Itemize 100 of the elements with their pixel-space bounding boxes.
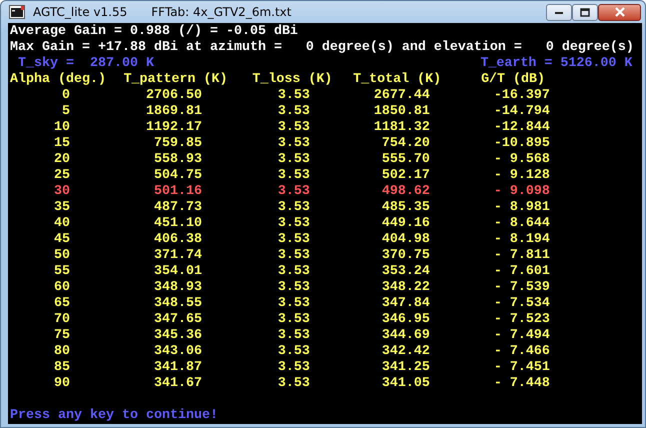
table-cell-text: 65	[52, 296, 70, 312]
table-cell-text: 346.95	[380, 312, 430, 328]
table-cell-text: 371.74	[152, 248, 202, 264]
table-cell-text: - 7.811	[492, 248, 550, 264]
column-header: Alpha (deg.)	[10, 72, 107, 88]
table-cell-text: 2706.50	[144, 88, 202, 104]
table-cell-text: 341.87	[152, 360, 202, 376]
table-cell-text: - 8.981	[492, 200, 550, 216]
table-cell-text: - 7.451	[492, 360, 550, 376]
table-cell-text: 85	[52, 360, 70, 376]
table-cell-text: 2677.44	[372, 88, 430, 104]
table-cell-text: 3.53	[276, 120, 310, 136]
maximize-button[interactable]	[572, 4, 598, 20]
table-cell-text: 558.93	[152, 152, 202, 168]
earth-temperature: T_earth = 5126.00 K	[480, 56, 632, 72]
table-cell-text: 5	[60, 104, 70, 120]
table-cell-text: 354.01	[152, 264, 202, 280]
table-cell-text: 341.67	[152, 376, 202, 392]
table-cell-text: 754.20	[380, 136, 430, 152]
table-cell-text: 348.93	[152, 280, 202, 296]
table-cell-text: 1192.17	[144, 120, 202, 136]
table-cell-text: 345.36	[152, 328, 202, 344]
table-cell-text: -12.844	[492, 120, 550, 136]
column-header: T_loss (K)	[252, 72, 334, 88]
table-cell-text: 347.65	[152, 312, 202, 328]
table-cell-text: - 9.098	[492, 184, 550, 200]
table-cell-text: -16.397	[492, 88, 550, 104]
info-line: Max Gain = +17.88 dBi at azimuth = 0 degree(s) and elevation = 0 degree(s)	[10, 40, 634, 56]
minimize-icon	[554, 9, 564, 15]
table-cell-text: 0	[60, 88, 70, 104]
table-cell-text: 347.84	[380, 296, 430, 312]
table-cell-text: 341.25	[380, 360, 430, 376]
table-cell-text: 3.53	[276, 312, 310, 328]
table-cell-text: 348.22	[380, 280, 430, 296]
table-cell-text: 45	[52, 232, 70, 248]
table-cell-text: 3.53	[276, 136, 310, 152]
table-cell-text: 3.53	[276, 200, 310, 216]
table-cell-text: 348.55	[152, 296, 202, 312]
table-cell-text: 3.53	[276, 280, 310, 296]
table-cell-text: 406.38	[152, 232, 202, 248]
table-cell-text: 342.42	[380, 344, 430, 360]
table-cell-text: 3.53	[276, 168, 310, 184]
table-cell-text: - 7.466	[492, 344, 550, 360]
table-cell-text: 404.98	[380, 232, 430, 248]
table-cell-text: 3.53	[276, 152, 310, 168]
table-cell-text: 555.70	[380, 152, 430, 168]
table-cell-text: - 9.568	[492, 152, 550, 168]
prompt-text: Press any key to continue!	[10, 408, 218, 424]
column-header: T_pattern (K)	[124, 72, 229, 88]
window-title: AGTC_lite v1.55	[33, 4, 128, 21]
table-cell-text: 90	[52, 376, 70, 392]
table-cell-text: 498.62	[380, 184, 430, 200]
table-cell-text: - 7.523	[492, 312, 550, 328]
table-cell-text: 449.16	[380, 216, 430, 232]
table-cell-text: 504.75	[152, 168, 202, 184]
column-header: T_total (K)	[353, 72, 442, 88]
table-cell-text: 487.73	[152, 200, 202, 216]
sky-temperature: T_sky = 287.00 K	[18, 56, 154, 72]
table-cell-text: 60	[52, 280, 70, 296]
table-cell-text: 35	[52, 200, 70, 216]
table-cell-text: 1181.32	[372, 120, 430, 136]
table-cell-text: 344.69	[380, 328, 430, 344]
table-cell-text: 25	[52, 168, 70, 184]
table-cell-text: -14.794	[492, 104, 550, 120]
table-cell-text: - 9.128	[492, 168, 550, 184]
table-cell-text: -10.895	[492, 136, 550, 152]
table-cell-text: 343.06	[152, 344, 202, 360]
table-cell-text: - 7.539	[492, 280, 550, 296]
table-cell-text: 10	[52, 120, 70, 136]
app-icon	[9, 5, 25, 19]
table-cell-text: 3.53	[276, 328, 310, 344]
file-name: FFTab: 4x_GTV2_6m.txt	[151, 4, 292, 21]
table-cell-text: 353.24	[380, 264, 430, 280]
table-cell-text: 451.10	[152, 216, 202, 232]
table-cell-text: 3.53	[276, 264, 310, 280]
table-cell-text: 30	[52, 184, 70, 200]
table-cell-text: - 7.494	[492, 328, 550, 344]
table-cell-text: 80	[52, 344, 70, 360]
table-cell-text: - 8.194	[492, 232, 550, 248]
table-cell-text: 3.53	[276, 344, 310, 360]
table-cell-text: 55	[52, 264, 70, 280]
table-cell-text: 3.53	[276, 184, 310, 200]
close-button[interactable]	[598, 4, 641, 20]
table-cell-text: 3.53	[276, 296, 310, 312]
table-cell-text: - 7.534	[492, 296, 550, 312]
info-line: Average Gain = 0.988 (/) = -0.05 dBi	[10, 24, 298, 40]
table-cell-text: 50	[52, 248, 70, 264]
table-cell-text: 1869.81	[144, 104, 202, 120]
table-cell-text: 3.53	[276, 376, 310, 392]
table-cell-text: 759.85	[152, 136, 202, 152]
table-cell-text: 3.53	[276, 248, 310, 264]
table-cell-text: 502.17	[380, 168, 430, 184]
maximize-icon	[580, 8, 590, 16]
table-cell-text: 3.53	[276, 104, 310, 120]
table-cell-text: 341.05	[380, 376, 430, 392]
table-cell-text: 15	[52, 136, 70, 152]
minimize-button[interactable]	[546, 4, 572, 20]
close-icon	[614, 7, 626, 17]
table-cell-text: 3.53	[276, 216, 310, 232]
table-cell-text: 3.53	[276, 88, 310, 104]
